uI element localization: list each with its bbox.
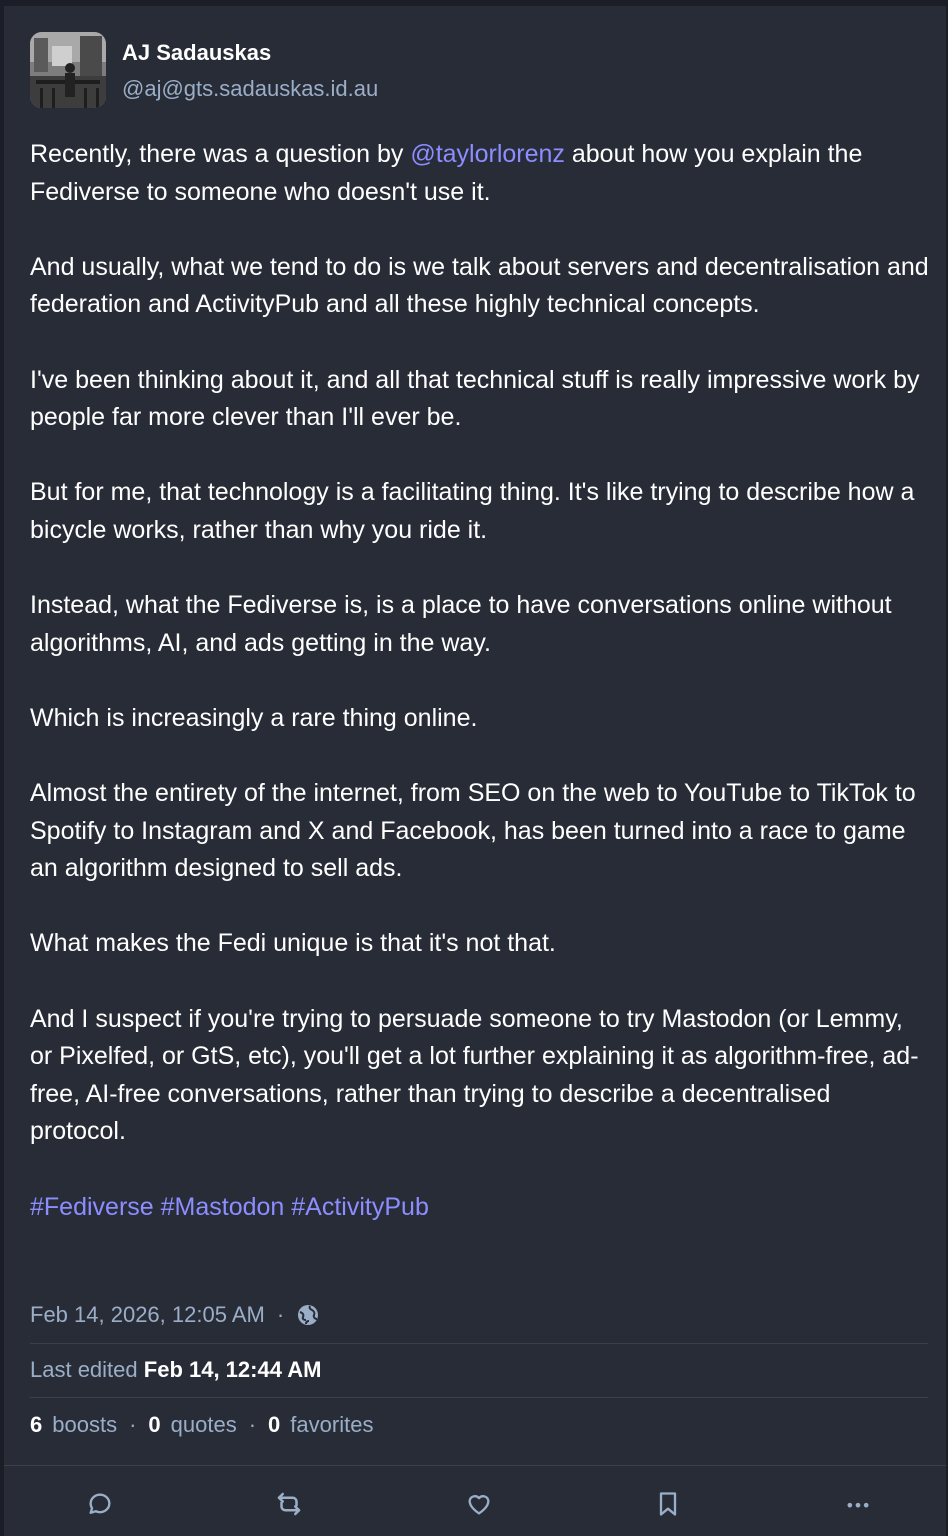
reply-icon	[89, 1493, 111, 1514]
paragraph-4: But for me, that technology is a facilit…	[30, 478, 915, 544]
divider	[30, 1397, 928, 1398]
favorite-button[interactable]	[459, 1484, 499, 1524]
stats-separator: ·	[129, 1412, 137, 1437]
bookmark-button[interactable]	[648, 1484, 688, 1524]
edited-info[interactable]: Last edited Feb 14, 12:44 AM	[30, 1355, 321, 1385]
avatar[interactable]	[30, 32, 106, 108]
favorites-count: 0	[268, 1412, 281, 1437]
action-bar	[4, 1465, 946, 1536]
globe-icon	[296, 1303, 320, 1327]
boost-button[interactable]	[269, 1484, 309, 1524]
boosts-label: boosts	[52, 1412, 118, 1437]
avatar-image	[30, 32, 106, 108]
favorites-count-link[interactable]: 0 favorites	[268, 1410, 373, 1440]
edited-time: Feb 14, 12:44 AM	[143, 1357, 322, 1382]
hashtag-mastodon[interactable]: #Mastodon	[161, 1193, 285, 1221]
reply-button[interactable]	[80, 1484, 120, 1524]
edited-label: Last edited	[30, 1357, 138, 1382]
paragraph-5: Instead, what the Fediverse is, is a pla…	[30, 591, 892, 657]
quotes-label: quotes	[170, 1412, 237, 1437]
post-header[interactable]: AJ Sadauskas @aj@gts.sadauskas.id.au	[30, 32, 378, 108]
post-timestamp[interactable]: Feb 14, 2026, 12:05 AM	[30, 1300, 265, 1330]
paragraph-1: Recently, there was a question by @taylo…	[30, 136, 930, 211]
paragraph-9: And I suspect if you're trying to persua…	[30, 1004, 919, 1146]
quotes-count: 0	[148, 1412, 161, 1437]
paragraph-6: Which is increasingly a rare thing onlin…	[30, 703, 478, 732]
hashtag-activitypub[interactable]: #ActivityPub	[291, 1193, 429, 1221]
post-stats: 6 boosts · 0 quotes · 0 favorites	[30, 1410, 373, 1440]
mention-link[interactable]: @taylorlorenz	[410, 140, 565, 168]
post-content: Recently, there was a question by @taylo…	[30, 136, 930, 1264]
more-icon	[847, 1502, 869, 1508]
author-display-name[interactable]: AJ Sadauskas	[122, 40, 378, 66]
author-handle[interactable]: @aj@gts.sadauskas.id.au	[122, 76, 378, 102]
stats-separator: ·	[248, 1412, 257, 1437]
boosts-count: 6	[30, 1412, 43, 1437]
boosts-count-link[interactable]: 6 boosts	[30, 1410, 117, 1440]
author-names: AJ Sadauskas @aj@gts.sadauskas.id.au	[122, 32, 378, 102]
meta-separator: ·	[276, 1302, 285, 1327]
paragraph-3: I've been thinking about it, and all tha…	[30, 365, 920, 432]
post-meta: Feb 14, 2026, 12:05 AM ·	[30, 1300, 320, 1330]
divider	[30, 1343, 928, 1344]
paragraph-2: And usually, what we tend to do is we ta…	[30, 252, 929, 319]
hashtags: #Fediverse #Mastodon #ActivityPub	[30, 1189, 930, 1227]
paragraph-1-start: Recently, there was a question by	[30, 140, 411, 168]
favorite-icon	[468, 1495, 490, 1515]
paragraph-8: What makes the Fedi unique is that it's …	[30, 929, 556, 958]
bookmark-icon	[659, 1492, 677, 1516]
favorites-label: favorites	[290, 1412, 374, 1437]
hashtag-fediverse[interactable]: #Fediverse	[30, 1193, 154, 1221]
more-button[interactable]	[838, 1484, 878, 1524]
paragraph-7: Almost the entirety of the internet, fro…	[30, 779, 916, 883]
boost-icon	[277, 1492, 301, 1516]
quotes-count-link[interactable]: 0 quotes	[148, 1410, 236, 1440]
